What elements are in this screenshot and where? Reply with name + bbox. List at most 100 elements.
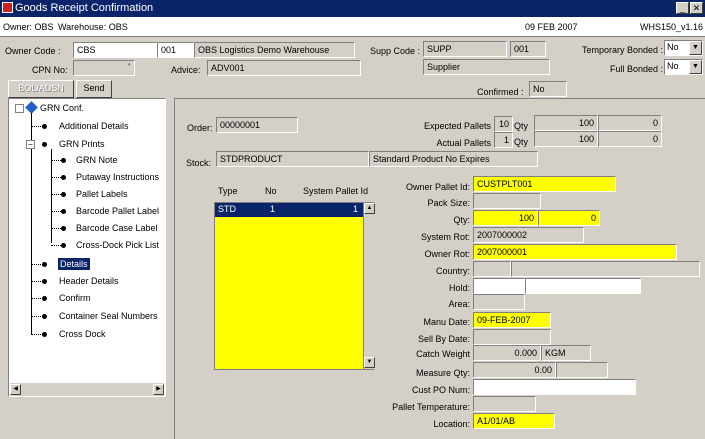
bullet-icon <box>61 175 66 180</box>
full-bonded-select[interactable]: No ▼ <box>664 59 703 75</box>
manu-date-input[interactable]: 09-FEB-2007 <box>473 312 551 328</box>
cpn-label: CPN No: <box>32 65 68 75</box>
tree-item-additional-details[interactable]: Additional Details <box>59 120 129 132</box>
tree-item-putaway-instructions[interactable]: Putaway Instructions <box>76 171 159 183</box>
order-label: Order: <box>187 123 213 133</box>
pack-size-input[interactable] <box>473 193 541 209</box>
version-info: WHS150_v1.16 <box>640 22 704 32</box>
bullet-icon <box>42 124 47 129</box>
bullet-icon <box>61 209 66 214</box>
cpn-input[interactable]: ' <box>73 60 135 76</box>
cust-po-input[interactable] <box>473 379 636 395</box>
confirmed-label: Confirmed : <box>477 87 524 97</box>
hold-input[interactable] <box>473 278 525 294</box>
stock-label: Stock: <box>186 158 212 168</box>
expected-pallets-value: 10 <box>494 116 513 132</box>
row-type: STD <box>218 204 236 214</box>
cpn-mark-icon: ' <box>128 62 130 72</box>
country-description <box>511 261 700 277</box>
location-input[interactable]: A1/01/AB <box>473 413 555 429</box>
pallet-temperature-input[interactable] <box>473 396 536 412</box>
owner-pallet-id-input[interactable]: CUSTPLT001 <box>473 176 616 192</box>
advice-label: Advice: <box>171 65 201 75</box>
tree-item-barcode-case-label[interactable]: Barcode Case Label <box>76 222 158 234</box>
bullet-icon <box>61 158 66 163</box>
bullet-icon <box>61 192 66 197</box>
chevron-down-icon[interactable]: ▼ <box>689 60 702 74</box>
tree-item-container-seal-numbers[interactable]: Container Seal Numbers <box>59 310 158 322</box>
scroll-right-icon[interactable]: ▶ <box>153 384 164 395</box>
qty-input[interactable]: 100 <box>473 210 538 226</box>
tree-item-confirm[interactable]: Confirm <box>59 292 91 304</box>
owner-info: Owner: OBS <box>3 22 54 32</box>
actual-pallets-label: Actual Pallets <box>436 138 491 148</box>
stock-description: Standard Product No Expires <box>369 151 538 167</box>
app-icon <box>2 2 13 13</box>
expected-qty-label: Qty <box>514 121 529 131</box>
close-icon[interactable]: ✕ <box>690 2 703 14</box>
tree-root[interactable]: GRN Conf. <box>40 102 84 114</box>
measure-qty-input[interactable]: 0.00 <box>473 362 556 378</box>
owner-code-input[interactable]: CBS <box>73 42 157 58</box>
title-bar[interactable]: Goods Receipt Confirmation _ ✕ <box>0 0 705 17</box>
advice-input[interactable]: ADV001 <box>207 60 361 76</box>
order-number: 00000001 <box>216 117 298 133</box>
bullet-icon <box>42 332 47 337</box>
owner-pallet-id-label: Owner Pallet Id: <box>405 182 470 192</box>
pack-size-label: Pack Size: <box>427 198 470 208</box>
tree-item-cross-dock-pick-list[interactable]: Cross-Dock Pick List <box>76 239 159 251</box>
bol-adsn-button[interactable]: BOL/ADSN <box>8 80 74 98</box>
stock-code: STDPRODUCT <box>216 151 369 167</box>
scroll-up-icon[interactable]: ▲ <box>364 203 375 214</box>
expected-pallets-label: Expected Pallets <box>423 121 491 131</box>
cust-po-label: Cust PO Num: <box>411 385 470 395</box>
bullet-icon <box>61 243 66 248</box>
bullet-icon <box>42 314 47 319</box>
current-date: 09 FEB 2007 <box>525 22 578 32</box>
actual-pallets-value: 1 <box>494 132 513 148</box>
tree-item-grn-note[interactable]: GRN Note <box>76 154 118 166</box>
sell-by-date-label: Sell By Date: <box>417 334 470 344</box>
catch-weight-input[interactable]: 0.000 <box>473 345 541 361</box>
supp-number-input[interactable]: 001 <box>510 41 546 57</box>
tree-item-grn-prints[interactable]: GRN Prints <box>59 138 105 150</box>
pallet-list[interactable]: STD 1 1 ▲ ▼ <box>214 202 375 370</box>
tree-item-details[interactable]: Details <box>58 258 90 270</box>
tree-item-cross-dock[interactable]: Cross Dock <box>59 328 106 340</box>
temporary-bonded-select[interactable]: No ▼ <box>664 40 703 56</box>
location-label: Location: <box>433 419 470 429</box>
root-diamond-icon <box>25 101 38 114</box>
minimize-icon[interactable]: _ <box>676 2 689 14</box>
system-rot-value: 2007000002 <box>473 227 584 243</box>
owner-rot-input[interactable]: 2007000001 <box>473 244 677 260</box>
tree-horizontal-scrollbar[interactable]: ◀ ▶ <box>10 382 164 396</box>
window-title: Goods Receipt Confirmation <box>15 2 154 14</box>
supp-code-label: Supp Code : <box>370 46 421 56</box>
root-collapse-icon[interactable] <box>15 104 24 113</box>
column-system-pallet-id-header: System Pallet Id <box>303 186 369 196</box>
tree-item-barcode-pallet-label[interactable]: Barcode Pallet Label <box>76 205 159 217</box>
country-input[interactable] <box>473 261 511 277</box>
pallet-temperature-label: Pallet Temperature: <box>392 402 470 412</box>
table-row[interactable]: STD 1 1 <box>215 203 363 217</box>
bullet-icon <box>42 142 47 147</box>
tree-item-header-details[interactable]: Header Details <box>59 275 119 287</box>
bullet-icon <box>42 296 47 301</box>
pallet-list-scrollbar[interactable]: ▲ ▼ <box>363 203 375 369</box>
bullet-icon <box>42 262 47 267</box>
chevron-down-icon[interactable]: ▼ <box>689 41 702 55</box>
sell-by-date-input[interactable] <box>473 329 551 345</box>
tree-item-pallet-labels[interactable]: Pallet Labels <box>76 188 128 200</box>
grn-prints-collapse-icon[interactable]: − <box>26 140 35 149</box>
measure-qty-label: Measure Qty: <box>415 368 470 378</box>
send-button[interactable]: Send <box>76 80 112 98</box>
owner-number-input[interactable]: 001 <box>157 42 194 58</box>
owner-code-label: Owner Code : <box>5 46 61 56</box>
area-input[interactable] <box>473 294 525 310</box>
qty-input-2[interactable]: 0 <box>538 210 600 226</box>
supp-code-input[interactable]: SUPP <box>423 41 507 57</box>
measure-qty-unit <box>556 362 608 378</box>
scroll-down-icon[interactable]: ▼ <box>364 357 375 368</box>
scroll-left-icon[interactable]: ◀ <box>10 384 21 395</box>
temporary-bonded-value: No <box>667 42 679 52</box>
